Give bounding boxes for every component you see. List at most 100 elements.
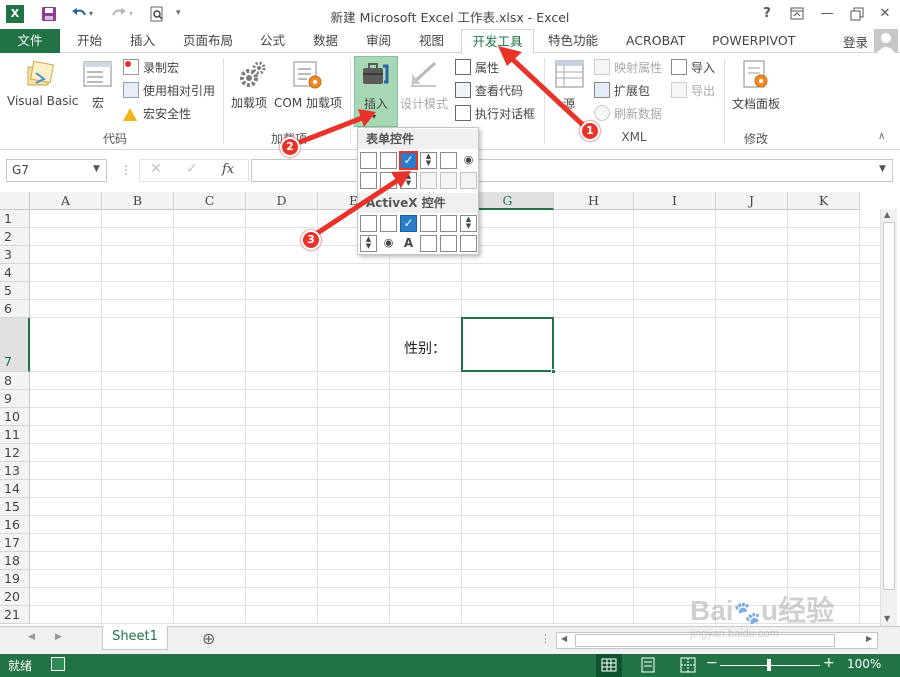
tab-review[interactable]: 审阅 — [366, 29, 391, 53]
page-layout-view-icon[interactable] — [640, 657, 656, 673]
list-box-control-icon[interactable] — [440, 152, 457, 169]
column-header-i[interactable]: I — [634, 192, 716, 210]
macros-button[interactable]: 宏 — [92, 94, 104, 111]
sheet-tab-sheet1[interactable]: Sheet1 — [102, 626, 168, 650]
macro-security-button[interactable]: 宏安全性 — [123, 104, 191, 124]
row-header-10[interactable]: 10 — [0, 408, 30, 426]
row-header-13[interactable]: 13 — [0, 462, 30, 480]
select-all-corner[interactable] — [0, 192, 30, 210]
label-control-icon[interactable] — [380, 172, 397, 189]
activex-checkbox-icon[interactable]: ✓ — [400, 215, 417, 232]
activex-combo-box-icon[interactable] — [380, 215, 397, 232]
row-header-7[interactable]: 7 — [0, 318, 30, 372]
column-header-j[interactable]: J — [716, 192, 788, 210]
activex-label-icon[interactable]: A — [400, 235, 417, 252]
tab-data[interactable]: 数据 — [313, 29, 338, 53]
zoom-slider-thumb[interactable] — [767, 659, 771, 671]
row-header-14[interactable]: 14 — [0, 480, 30, 498]
activex-option-button-icon[interactable]: ◉ — [380, 235, 397, 252]
avatar[interactable] — [874, 29, 898, 53]
group-box-control-icon[interactable] — [360, 172, 377, 189]
row-header-20[interactable]: 20 — [0, 588, 30, 606]
activex-toggle-button-icon[interactable] — [440, 235, 457, 252]
column-header-h[interactable]: H — [554, 192, 634, 210]
row-header-9[interactable]: 9 — [0, 390, 30, 408]
macro-record-status-icon[interactable] — [51, 657, 65, 671]
zoom-in-icon[interactable]: + — [823, 655, 835, 671]
tab-insert[interactable]: 插入 — [130, 29, 155, 53]
prev-sheet-icon[interactable]: ◀ — [28, 632, 35, 642]
row-header-16[interactable]: 16 — [0, 516, 30, 534]
close-button[interactable]: ✕ — [872, 4, 898, 24]
activex-list-box-icon[interactable] — [420, 215, 437, 232]
formula-input[interactable] — [251, 159, 893, 182]
worksheet-grid[interactable]: ABCDEFGHIJK12345678910111213141516171819… — [0, 192, 880, 624]
scroll-up-icon[interactable]: ▲ — [884, 210, 890, 219]
expansion-packs-button[interactable]: 扩展包 — [594, 81, 650, 101]
activex-scroll-bar-icon[interactable]: ▲ ▼ — [460, 215, 477, 232]
com-addins-button[interactable]: COM 加载项 — [274, 94, 342, 111]
checkbox-control-icon[interactable]: ✓ — [399, 151, 418, 170]
tab-file[interactable]: 文件 — [0, 29, 60, 53]
ribbon-display-options-icon[interactable] — [784, 4, 810, 24]
minimize-button[interactable]: — — [814, 4, 840, 24]
tab-acrobat[interactable]: ACROBAT — [626, 29, 685, 53]
zoom-level[interactable]: 100% — [847, 657, 881, 671]
fill-handle[interactable] — [551, 369, 556, 374]
column-header-k[interactable]: K — [788, 192, 860, 210]
row-header-1[interactable]: 1 — [0, 210, 30, 228]
row-header-12[interactable]: 12 — [0, 444, 30, 462]
cell-f7-label[interactable]: 性别： — [404, 338, 446, 358]
row-header-3[interactable]: 3 — [0, 246, 30, 264]
activex-text-box-icon[interactable] — [440, 215, 457, 232]
column-header-b[interactable]: B — [102, 192, 174, 210]
tab-home[interactable]: 开始 — [77, 29, 102, 53]
active-cell[interactable] — [461, 317, 554, 372]
collapse-ribbon-icon[interactable]: ∧ — [878, 131, 885, 142]
activex-spin-button-icon[interactable]: ▲ ▼ — [360, 235, 377, 252]
scroll-down-icon[interactable]: ▼ — [884, 614, 890, 623]
column-header-d[interactable]: D — [246, 192, 318, 210]
activex-command-button-icon[interactable] — [360, 215, 377, 232]
tab-page-layout[interactable]: 页面布局 — [183, 29, 233, 53]
scroll-right-icon[interactable]: ▶ — [866, 634, 872, 643]
scroll-bar-control-icon[interactable]: ▲ ▼ — [400, 172, 417, 189]
name-box[interactable]: G7 — [6, 159, 107, 182]
tab-developer[interactable]: 开发工具 — [461, 29, 534, 54]
tab-powerpivot[interactable]: POWERPIVOT — [712, 29, 795, 53]
use-relative-references-button[interactable]: 使用相对引用 — [123, 81, 215, 101]
row-header-8[interactable]: 8 — [0, 372, 30, 390]
option-button-control-icon[interactable]: ◉ — [460, 152, 477, 169]
vertical-scroll-thumb[interactable] — [883, 222, 895, 590]
tab-formulas[interactable]: 公式 — [260, 29, 285, 53]
row-header-11[interactable]: 11 — [0, 426, 30, 444]
row-header-18[interactable]: 18 — [0, 552, 30, 570]
document-panel-button[interactable]: 文档面板 — [732, 95, 780, 112]
page-break-view-icon[interactable] — [680, 657, 696, 673]
combo-box-control-icon[interactable] — [380, 152, 397, 169]
column-header-c[interactable]: C — [174, 192, 246, 210]
add-sheet-button[interactable]: ⊕ — [202, 629, 215, 648]
button-control-icon[interactable] — [360, 152, 377, 169]
row-header-6[interactable]: 6 — [0, 300, 30, 318]
row-header-17[interactable]: 17 — [0, 534, 30, 552]
properties-button[interactable]: 属性 — [455, 58, 499, 78]
run-dialog-button[interactable]: 执行对话框 — [455, 104, 535, 124]
zoom-out-icon[interactable]: − — [706, 655, 718, 671]
sign-in-link[interactable]: 登录 — [843, 32, 868, 51]
help-button[interactable]: ? — [754, 4, 780, 24]
spin-button-control-icon[interactable]: ▲ ▼ — [420, 152, 437, 169]
expand-formula-bar-icon[interactable]: ▼ — [879, 164, 886, 174]
view-code-button[interactable]: 查看代码 — [455, 81, 523, 101]
next-sheet-icon[interactable]: ▶ — [55, 632, 62, 642]
row-header-5[interactable]: 5 — [0, 282, 30, 300]
row-header-15[interactable]: 15 — [0, 498, 30, 516]
row-header-4[interactable]: 4 — [0, 264, 30, 282]
tab-special-features[interactable]: 特色功能 — [548, 29, 598, 53]
tab-view[interactable]: 视图 — [419, 29, 444, 53]
import-button[interactable]: 导入 — [671, 58, 715, 78]
scroll-left-icon[interactable]: ◀ — [561, 634, 567, 643]
column-header-a[interactable]: A — [30, 192, 102, 210]
addins-button[interactable]: 加载项 — [231, 94, 267, 111]
name-box-dropdown-icon[interactable]: ▼ — [93, 164, 100, 174]
